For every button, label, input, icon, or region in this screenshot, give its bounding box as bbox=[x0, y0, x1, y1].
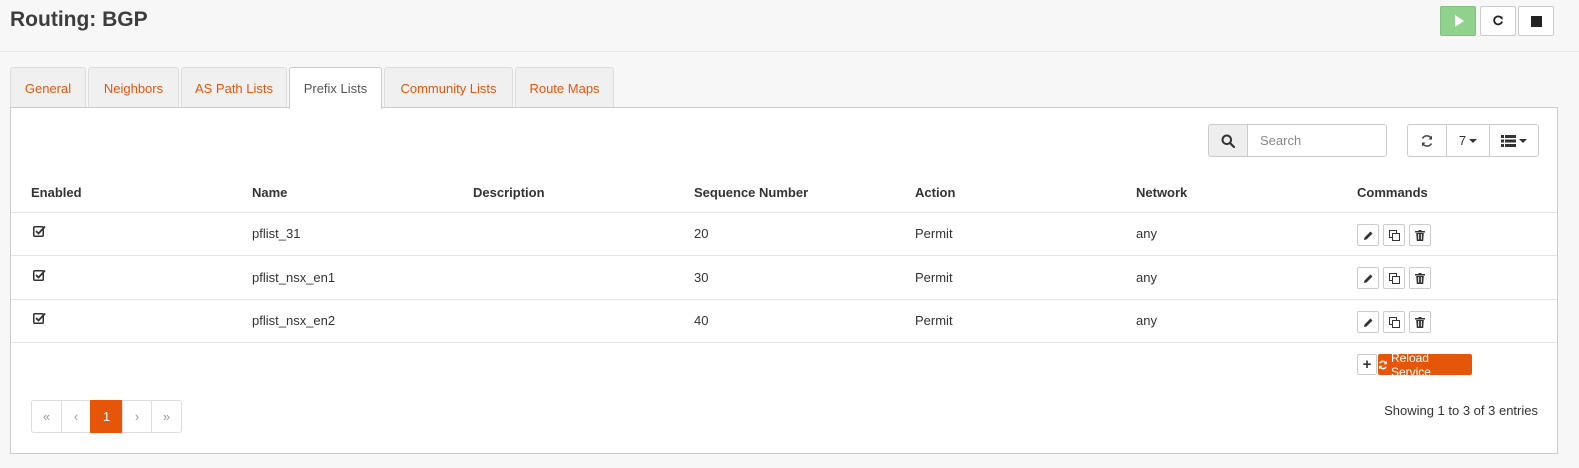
pencil-icon bbox=[1363, 274, 1372, 283]
refresh-icon bbox=[1421, 134, 1433, 147]
row-network: any bbox=[1136, 270, 1157, 285]
divider bbox=[11, 212, 1557, 213]
refresh-button[interactable] bbox=[1407, 124, 1447, 157]
delete-button[interactable] bbox=[1409, 224, 1431, 246]
divider bbox=[11, 255, 1557, 256]
edit-button[interactable] bbox=[1357, 267, 1379, 289]
trash-icon bbox=[1415, 316, 1425, 328]
header-bar: Routing: BGP bbox=[0, 0, 1579, 52]
row-action: Permit bbox=[915, 226, 953, 241]
copy-icon bbox=[1388, 229, 1400, 241]
list-icon bbox=[1501, 134, 1516, 147]
stop-service-button[interactable] bbox=[1518, 6, 1554, 36]
columns-dropdown[interactable] bbox=[1489, 124, 1539, 157]
row-sequence: 20 bbox=[694, 226, 709, 241]
tab-community-lists[interactable]: Community Lists bbox=[384, 67, 513, 108]
column-header-commands: Commands bbox=[1357, 185, 1428, 200]
divider bbox=[11, 299, 1557, 300]
rows-per-page-value: 7 bbox=[1458, 133, 1467, 148]
reload-service-label: Reload Service bbox=[1390, 350, 1431, 379]
column-header-description[interactable]: Description bbox=[473, 185, 545, 200]
pagination-page-1[interactable]: 1 bbox=[90, 400, 123, 433]
copy-button[interactable] bbox=[1383, 311, 1405, 333]
entries-info: Showing 1 to 3 of 3 entries bbox=[1384, 403, 1538, 418]
edit-button[interactable] bbox=[1357, 224, 1379, 246]
checkbox-checked-icon bbox=[33, 312, 46, 324]
chevron-down-icon bbox=[1469, 138, 1478, 143]
start-service-button[interactable] bbox=[1440, 6, 1476, 36]
pencil-icon bbox=[1363, 318, 1372, 327]
column-header-action[interactable]: Action bbox=[915, 185, 955, 200]
copy-icon bbox=[1388, 316, 1400, 328]
copy-button[interactable] bbox=[1383, 267, 1405, 289]
page-title: Routing: BGP bbox=[10, 8, 148, 31]
tab-neighbors[interactable]: Neighbors bbox=[88, 67, 179, 108]
delete-button[interactable] bbox=[1409, 311, 1431, 333]
tab-route-maps[interactable]: Route Maps bbox=[515, 67, 614, 108]
copy-icon bbox=[1388, 272, 1400, 284]
pagination-next[interactable]: › bbox=[122, 400, 152, 433]
play-icon bbox=[1454, 15, 1464, 27]
row-sequence: 40 bbox=[694, 313, 709, 328]
divider bbox=[11, 342, 1557, 343]
row-name: pflist_nsx_en1 bbox=[252, 270, 336, 285]
search-button[interactable] bbox=[1208, 124, 1248, 157]
column-header-enabled[interactable]: Enabled bbox=[31, 185, 82, 200]
row-name: pflist_31 bbox=[252, 226, 301, 241]
copy-button[interactable] bbox=[1383, 224, 1405, 246]
restart-service-button[interactable] bbox=[1480, 6, 1516, 36]
add-button[interactable]: + bbox=[1357, 354, 1377, 375]
search-input[interactable] bbox=[1247, 124, 1387, 157]
trash-icon bbox=[1415, 272, 1425, 284]
row-action: Permit bbox=[915, 313, 953, 328]
pencil-icon bbox=[1363, 231, 1372, 240]
tab-general[interactable]: General bbox=[10, 67, 86, 108]
reload-icon bbox=[1493, 15, 1503, 26]
rows-per-page-dropdown[interactable]: 7 bbox=[1446, 124, 1490, 157]
chevron-down-icon bbox=[1519, 138, 1527, 143]
tab-prefix-lists[interactable]: Prefix Lists bbox=[289, 67, 382, 109]
edit-button[interactable] bbox=[1357, 311, 1379, 333]
row-network: any bbox=[1136, 313, 1157, 328]
row-network: any bbox=[1136, 226, 1157, 241]
row-name: pflist_nsx_en2 bbox=[252, 313, 336, 328]
column-header-name[interactable]: Name bbox=[252, 185, 287, 200]
row-action: Permit bbox=[915, 270, 953, 285]
trash-icon bbox=[1415, 229, 1425, 241]
checkbox-checked-icon bbox=[33, 225, 46, 237]
prefix-lists-panel: 7 Enabled Name Description Sequence Numb… bbox=[10, 107, 1558, 454]
pagination-last[interactable]: » bbox=[151, 400, 182, 433]
column-header-sequence-number[interactable]: Sequence Number bbox=[694, 185, 808, 200]
search-icon bbox=[1221, 134, 1235, 148]
pagination-first[interactable]: « bbox=[31, 400, 62, 433]
pagination-prev[interactable]: ‹ bbox=[61, 400, 91, 433]
row-sequence: 30 bbox=[694, 270, 709, 285]
reload-service-button[interactable]: Reload Service bbox=[1378, 351, 1472, 379]
checkbox-checked-icon bbox=[33, 269, 46, 281]
refresh-icon bbox=[1379, 360, 1387, 369]
column-header-network[interactable]: Network bbox=[1136, 185, 1187, 200]
delete-button[interactable] bbox=[1409, 267, 1431, 289]
stop-icon bbox=[1530, 15, 1542, 27]
tab-as-path-lists[interactable]: AS Path Lists bbox=[181, 67, 287, 108]
